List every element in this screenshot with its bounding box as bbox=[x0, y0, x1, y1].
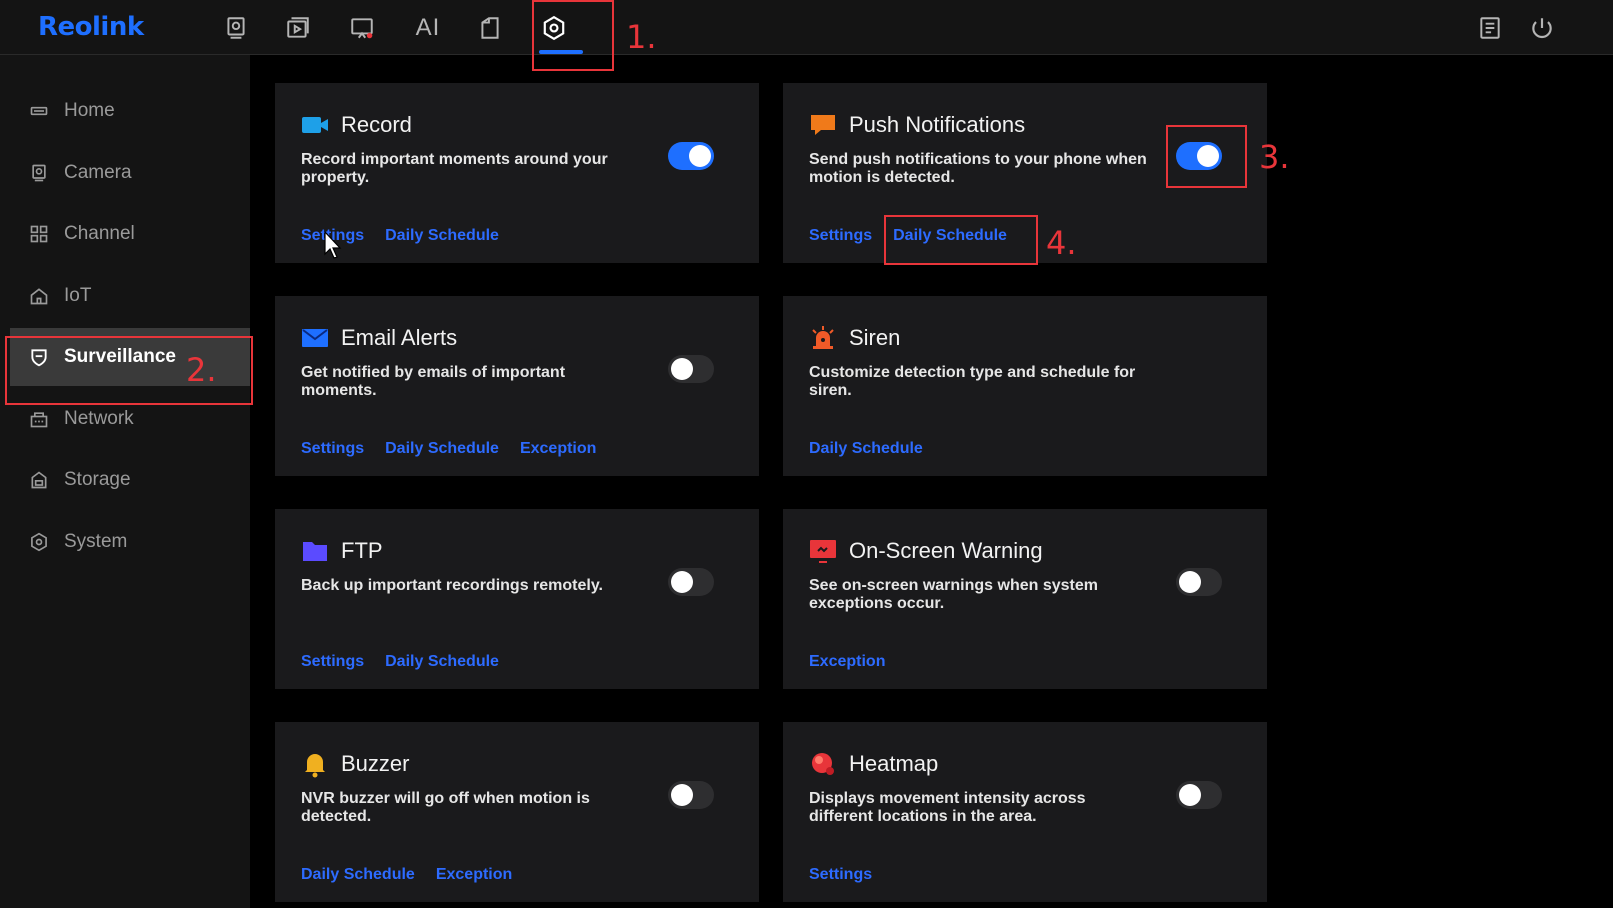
storage-icon bbox=[28, 469, 50, 491]
ai-icon[interactable]: AI bbox=[412, 14, 444, 42]
screen-warning-icon bbox=[809, 537, 837, 565]
card-title: Buzzer bbox=[341, 751, 410, 776]
card-description: See on-screen warnings when system excep… bbox=[809, 577, 1098, 612]
iot-icon bbox=[28, 285, 50, 307]
ftp-toggle[interactable] bbox=[668, 568, 714, 596]
card-title: Email Alerts bbox=[341, 325, 458, 350]
card-title: Push Notifications bbox=[849, 112, 1026, 137]
sidebar-item-label: Camera bbox=[64, 162, 132, 183]
card-ftp: FTP Back up important recordings remotel… bbox=[275, 509, 759, 689]
reolink-logo: Reolink bbox=[38, 12, 144, 42]
settings-link[interactable]: Settings bbox=[809, 227, 872, 245]
daily-schedule-link[interactable]: Daily Schedule bbox=[385, 440, 499, 458]
toggle-knob bbox=[689, 145, 711, 167]
exception-link[interactable]: Exception bbox=[809, 653, 885, 671]
annotation-label-2: 2. bbox=[186, 351, 217, 389]
card-siren: Siren Customize detection type and sched… bbox=[783, 296, 1267, 476]
email-alerts-toggle[interactable] bbox=[668, 355, 714, 383]
settings-link[interactable]: Settings bbox=[809, 866, 872, 884]
record-toggle[interactable] bbox=[668, 142, 714, 170]
card-description: Back up important recordings remotely. bbox=[301, 577, 603, 594]
card-description: NVR buzzer will go off when motion is de… bbox=[301, 790, 590, 825]
sidebar-item-iot[interactable]: IoT bbox=[10, 267, 250, 325]
card-on-screen-warning: On-Screen Warning See on-screen warnings… bbox=[783, 509, 1267, 689]
card-description: Displays movement intensity across diffe… bbox=[809, 790, 1086, 825]
annotation-box-settings-tab bbox=[532, 0, 614, 71]
toggle-knob bbox=[671, 784, 693, 806]
toggle-knob bbox=[671, 571, 693, 593]
playback-icon[interactable] bbox=[284, 14, 312, 42]
card-title: On-Screen Warning bbox=[849, 538, 1043, 563]
sidebar-item-label: Channel bbox=[64, 223, 135, 244]
sidebar-item-label: Home bbox=[64, 100, 115, 121]
system-icon bbox=[28, 531, 50, 553]
toggle-knob bbox=[671, 358, 693, 380]
annotation-label-1: 1. bbox=[626, 18, 657, 56]
card-description: Send push notifications to your phone wh… bbox=[809, 151, 1147, 186]
folder-icon bbox=[301, 537, 329, 565]
annotation-box-daily-schedule bbox=[884, 215, 1038, 265]
exception-link[interactable]: Exception bbox=[436, 866, 512, 884]
message-icon bbox=[809, 111, 837, 139]
daily-schedule-link[interactable]: Daily Schedule bbox=[301, 866, 415, 884]
sidebar-item-storage[interactable]: Storage bbox=[10, 451, 250, 509]
card-buzzer: Buzzer NVR buzzer will go off when motio… bbox=[275, 722, 759, 902]
bell-icon bbox=[301, 750, 329, 778]
sidebar-item-label: System bbox=[64, 531, 128, 552]
card-description: Customize detection type and schedule fo… bbox=[809, 364, 1136, 399]
card-description: Get notified by emails of important mome… bbox=[301, 364, 566, 399]
alarm-icon[interactable] bbox=[348, 14, 376, 42]
card-title: Heatmap bbox=[849, 751, 939, 776]
channel-icon bbox=[28, 223, 50, 245]
card-title: Record bbox=[341, 112, 412, 137]
network-icon bbox=[28, 408, 50, 430]
card-title: FTP bbox=[341, 538, 383, 563]
sidebar-item-channel[interactable]: Channel bbox=[10, 205, 250, 263]
annotation-label-4: 4. bbox=[1046, 224, 1077, 262]
card-email-alerts: Email Alerts Get notified by emails of i… bbox=[275, 296, 759, 476]
sidebar-item-label: IoT bbox=[64, 285, 92, 306]
sidebar-item-label: Storage bbox=[64, 469, 131, 490]
daily-schedule-link[interactable]: Daily Schedule bbox=[385, 227, 499, 245]
toggle-knob bbox=[1179, 571, 1201, 593]
annotation-box-push-toggle bbox=[1166, 125, 1247, 188]
sidebar-item-home[interactable]: Home bbox=[10, 82, 250, 140]
home-icon bbox=[28, 100, 50, 122]
sidebar-item-system[interactable]: System bbox=[10, 513, 250, 571]
annotation-label-3: 3. bbox=[1259, 138, 1290, 176]
settings-link[interactable]: Settings bbox=[301, 653, 364, 671]
buzzer-toggle[interactable] bbox=[668, 781, 714, 809]
daily-schedule-link[interactable]: Daily Schedule bbox=[809, 440, 923, 458]
sidebar-item-label: Network bbox=[64, 408, 134, 429]
files-icon[interactable] bbox=[476, 14, 504, 42]
camera-icon bbox=[28, 162, 50, 184]
top-bar: Reolink AI bbox=[0, 0, 1613, 55]
mail-icon bbox=[301, 324, 329, 352]
ai-label: AI bbox=[415, 14, 441, 41]
card-description: Record important moments around your pro… bbox=[301, 151, 608, 186]
mouse-cursor-icon bbox=[324, 231, 342, 259]
sidebar: Home Camera Channel IoT Surveillance Net… bbox=[0, 55, 250, 908]
settings-link[interactable]: Settings bbox=[301, 440, 364, 458]
card-title: Siren bbox=[849, 325, 901, 350]
video-icon bbox=[301, 111, 329, 139]
sidebar-item-camera[interactable]: Camera bbox=[10, 144, 250, 202]
on-screen-warning-toggle[interactable] bbox=[1176, 568, 1222, 596]
card-record: Record Record important moments around y… bbox=[275, 83, 759, 263]
power-icon[interactable] bbox=[1528, 14, 1556, 42]
siren-icon bbox=[809, 324, 837, 352]
heatmap-toggle[interactable] bbox=[1176, 781, 1222, 809]
toggle-knob bbox=[1179, 784, 1201, 806]
daily-schedule-link[interactable]: Daily Schedule bbox=[385, 653, 499, 671]
card-heatmap: Heatmap Displays movement intensity acro… bbox=[783, 722, 1267, 902]
notes-icon[interactable] bbox=[1476, 14, 1504, 42]
exception-link[interactable]: Exception bbox=[520, 440, 596, 458]
heatmap-icon bbox=[809, 750, 837, 778]
preview-icon[interactable] bbox=[222, 14, 250, 42]
